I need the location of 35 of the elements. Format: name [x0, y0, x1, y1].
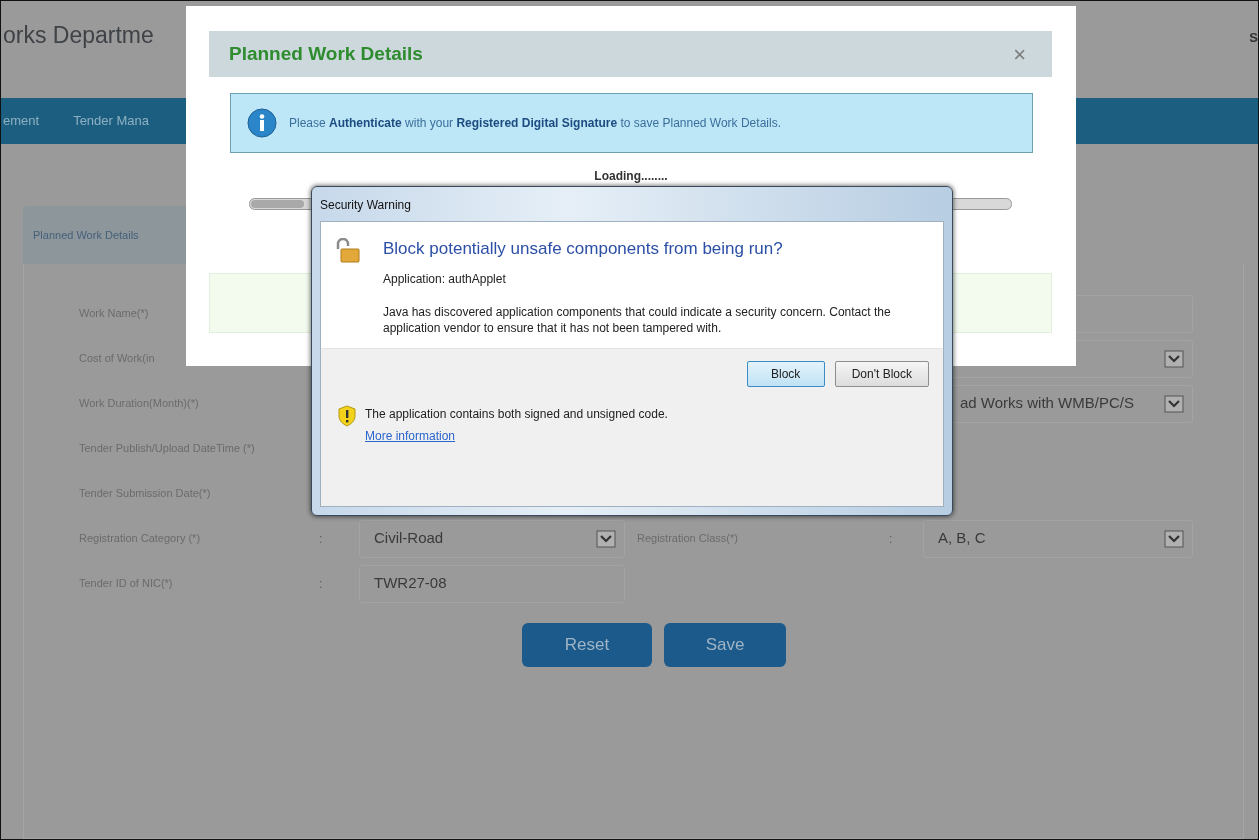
colon-text: : — [889, 530, 893, 548]
caret-icon — [1164, 394, 1184, 413]
loading-text: Loading........ — [594, 169, 668, 183]
dialog-heading: Block potentially unsafe components from being run? — [383, 238, 784, 260]
footer-message: The application contains both signed and unsigned code. — [365, 405, 668, 423]
info-icon — [247, 108, 277, 138]
colon-text: : — [319, 575, 323, 593]
padlock-icon — [335, 238, 361, 264]
dialog-title: Security Warning — [320, 198, 411, 212]
field-value: Civil-Road — [374, 528, 444, 549]
caret-icon — [596, 529, 616, 548]
caret-icon — [1164, 529, 1184, 548]
close-button[interactable]: × — [1007, 36, 1032, 72]
site-title: orks Departme — [3, 21, 154, 50]
warning-shield-icon — [337, 404, 357, 427]
nav-link[interactable]: Tender Mana — [73, 111, 150, 131]
alert-message: Please Authenticate with your Registered Digital Signature to save Planned Work Details. — [289, 115, 781, 132]
more-information-link[interactable]: More information — [365, 428, 456, 443]
select-field[interactable]: A, B, C — [923, 519, 1193, 558]
dialog-message: Java has discovered application components that could indicate a security concern. Contact the application vendor to ensure that it has not been tampered with. — [383, 303, 892, 336]
reset-button[interactable]: Reset — [522, 623, 652, 667]
nav-link[interactable]: ement — [3, 111, 40, 131]
header-text: S — [1249, 29, 1258, 47]
field-value: A, B, C — [938, 528, 986, 549]
field-value: TWR27-08 — [374, 573, 447, 594]
field-value: ad Works with WMB/PC/S — [960, 393, 1134, 414]
save-button[interactable]: Save — [664, 623, 786, 667]
colon-text: : — [319, 530, 323, 548]
text-field[interactable]: TWR27-08 — [359, 564, 625, 603]
block-button[interactable]: Block — [746, 360, 825, 387]
dont-block-button[interactable]: Don't Block — [834, 360, 929, 387]
modal-title: Planned Work Details — [229, 41, 423, 66]
select-field[interactable]: Civil-Road — [359, 519, 625, 558]
caret-icon — [1164, 349, 1184, 368]
application-name: Application: authApplet — [383, 270, 507, 288]
